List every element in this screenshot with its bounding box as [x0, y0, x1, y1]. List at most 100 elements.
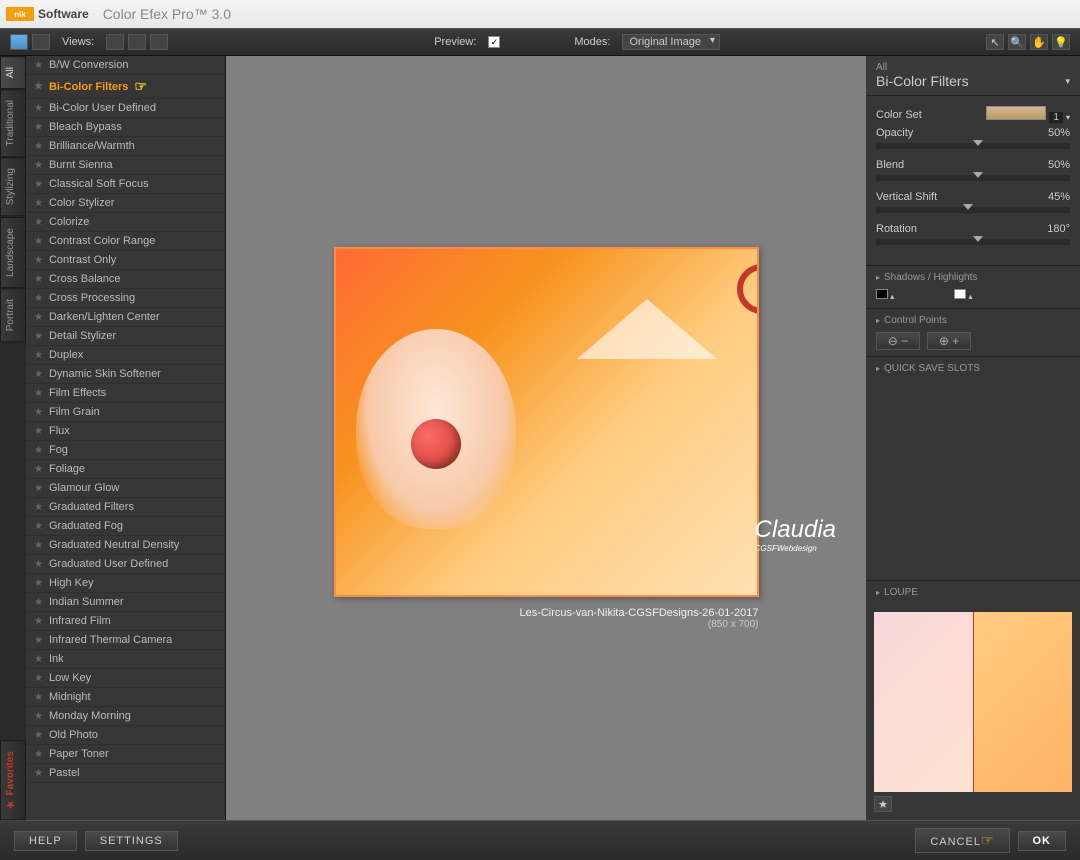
- favorite-star-icon[interactable]: ★: [34, 426, 43, 437]
- favorite-star-icon[interactable]: ★: [34, 236, 43, 247]
- filter-item[interactable]: ★Graduated User Defined: [26, 555, 225, 574]
- favorite-star-icon[interactable]: ★: [34, 312, 43, 323]
- favorite-star-icon[interactable]: ★: [34, 540, 43, 551]
- thumbnail-mode-image-icon[interactable]: [10, 34, 28, 50]
- favorite-star-icon[interactable]: ★: [34, 369, 43, 380]
- filter-item[interactable]: ★Bi-Color User Defined: [26, 99, 225, 118]
- filter-item[interactable]: ★Dynamic Skin Softener: [26, 365, 225, 384]
- filter-item[interactable]: ★B/W Conversion: [26, 56, 225, 75]
- filter-item[interactable]: ★Bleach Bypass: [26, 118, 225, 137]
- favorite-star-icon[interactable]: ★: [34, 673, 43, 684]
- vertical_shift-slider[interactable]: [876, 207, 1070, 213]
- filter-item[interactable]: ★Monday Morning: [26, 707, 225, 726]
- light-icon[interactable]: 💡: [1052, 34, 1070, 50]
- preview-image[interactable]: [334, 247, 759, 597]
- category-tab-all[interactable]: All: [0, 56, 26, 89]
- favorite-star-icon[interactable]: ★: [34, 274, 43, 285]
- favorite-star-icon[interactable]: ★: [34, 179, 43, 190]
- view-side-icon[interactable]: [150, 34, 168, 50]
- favorite-star-icon[interactable]: ★: [34, 81, 43, 92]
- favorite-star-icon[interactable]: ★: [34, 331, 43, 342]
- settings-button[interactable]: SETTINGS: [85, 831, 178, 851]
- filter-item[interactable]: ★Graduated Filters: [26, 498, 225, 517]
- filter-item[interactable]: ★Contrast Only: [26, 251, 225, 270]
- filter-item[interactable]: ★Cross Processing: [26, 289, 225, 308]
- favorite-star-icon[interactable]: ★: [34, 616, 43, 627]
- filter-item[interactable]: ★Flux: [26, 422, 225, 441]
- filter-item[interactable]: ★Brilliance/Warmth: [26, 137, 225, 156]
- filter-item[interactable]: ★Classical Soft Focus: [26, 175, 225, 194]
- thumbnail-mode-list-icon[interactable]: [32, 34, 50, 50]
- favorite-star-icon[interactable]: ★: [34, 692, 43, 703]
- loupe-pin-icon[interactable]: ★: [874, 796, 892, 812]
- filter-item[interactable]: ★Detail Stylizer: [26, 327, 225, 346]
- filter-item[interactable]: ★Duplex: [26, 346, 225, 365]
- filter-item[interactable]: ★High Key: [26, 574, 225, 593]
- favorite-star-icon[interactable]: ★: [34, 60, 43, 71]
- loupe-preview[interactable]: ★: [866, 604, 1080, 820]
- favorite-star-icon[interactable]: ★: [34, 578, 43, 589]
- category-tab-landscape[interactable]: Landscape: [0, 217, 26, 288]
- shadows-highlights-section[interactable]: Shadows / Highlights ▴ ▴: [866, 265, 1080, 308]
- filter-item[interactable]: ★Foliage: [26, 460, 225, 479]
- category-tab-stylizing[interactable]: Stylizing: [0, 157, 26, 216]
- favorite-star-icon[interactable]: ★: [34, 749, 43, 760]
- color-set-picker[interactable]: 1 ▾: [986, 106, 1070, 123]
- favorite-star-icon[interactable]: ★: [34, 198, 43, 209]
- favorite-star-icon[interactable]: ★: [34, 103, 43, 114]
- filter-item[interactable]: ★Infrared Thermal Camera: [26, 631, 225, 650]
- filter-item[interactable]: ★Film Grain: [26, 403, 225, 422]
- favorite-star-icon[interactable]: ★: [34, 483, 43, 494]
- filter-item[interactable]: ★Pastel: [26, 764, 225, 783]
- filter-item[interactable]: ★Film Effects: [26, 384, 225, 403]
- favorite-star-icon[interactable]: ★: [34, 293, 43, 304]
- filter-item[interactable]: ★Low Key: [26, 669, 225, 688]
- filter-item[interactable]: ★Colorize: [26, 213, 225, 232]
- favorite-star-icon[interactable]: ★: [34, 388, 43, 399]
- filter-item[interactable]: ★Glamour Glow: [26, 479, 225, 498]
- filter-item[interactable]: ★Old Photo: [26, 726, 225, 745]
- control-point-remove-button[interactable]: ⊖ −: [876, 332, 920, 350]
- favorite-star-icon[interactable]: ★: [34, 464, 43, 475]
- rotation-slider[interactable]: [876, 239, 1070, 245]
- favorite-star-icon[interactable]: ★: [34, 730, 43, 741]
- filter-item[interactable]: ★Burnt Sienna: [26, 156, 225, 175]
- favorite-star-icon[interactable]: ★: [34, 217, 43, 228]
- favorite-star-icon[interactable]: ★: [34, 597, 43, 608]
- category-tab-traditional[interactable]: Traditional: [0, 89, 26, 157]
- quick-save-section[interactable]: QUICK SAVE SLOTS: [866, 356, 1080, 380]
- favorite-star-icon[interactable]: ★: [34, 255, 43, 266]
- filter-item[interactable]: ★Paper Toner: [26, 745, 225, 764]
- favorite-star-icon[interactable]: ★: [34, 141, 43, 152]
- filter-item[interactable]: ★Bi-Color Filters☞: [26, 75, 225, 99]
- control-point-add-button[interactable]: ⊕ +: [927, 332, 971, 350]
- favorite-star-icon[interactable]: ★: [34, 350, 43, 361]
- favorite-star-icon[interactable]: ★: [34, 407, 43, 418]
- collapse-icon[interactable]: ▾: [1065, 76, 1070, 87]
- modes-dropdown[interactable]: Original Image: [622, 34, 720, 50]
- favorite-star-icon[interactable]: ★: [34, 445, 43, 456]
- favorite-star-icon[interactable]: ★: [34, 635, 43, 646]
- pointer-icon[interactable]: ↖: [986, 34, 1004, 50]
- category-tab-favorites[interactable]: ★ Favorites: [0, 740, 26, 820]
- filter-item[interactable]: ★Graduated Neutral Density: [26, 536, 225, 555]
- filter-item[interactable]: ★Color Stylizer: [26, 194, 225, 213]
- filter-item[interactable]: ★Darken/Lighten Center: [26, 308, 225, 327]
- ok-button[interactable]: OK: [1018, 831, 1067, 851]
- favorite-star-icon[interactable]: ★: [34, 711, 43, 722]
- blend-slider[interactable]: [876, 175, 1070, 181]
- filter-item[interactable]: ★Fog: [26, 441, 225, 460]
- preview-checkbox[interactable]: ✓: [488, 36, 500, 48]
- filter-item[interactable]: ★Indian Summer: [26, 593, 225, 612]
- favorite-star-icon[interactable]: ★: [34, 502, 43, 513]
- favorite-star-icon[interactable]: ★: [34, 122, 43, 133]
- filter-item[interactable]: ★Midnight: [26, 688, 225, 707]
- favorite-star-icon[interactable]: ★: [34, 559, 43, 570]
- cancel-button[interactable]: CANCEL☞: [915, 828, 1009, 853]
- filter-item[interactable]: ★Cross Balance: [26, 270, 225, 289]
- favorite-star-icon[interactable]: ★: [34, 521, 43, 532]
- favorite-star-icon[interactable]: ★: [34, 654, 43, 665]
- hand-icon[interactable]: ✋: [1030, 34, 1048, 50]
- filter-item[interactable]: ★Contrast Color Range: [26, 232, 225, 251]
- filter-item[interactable]: ★Graduated Fog: [26, 517, 225, 536]
